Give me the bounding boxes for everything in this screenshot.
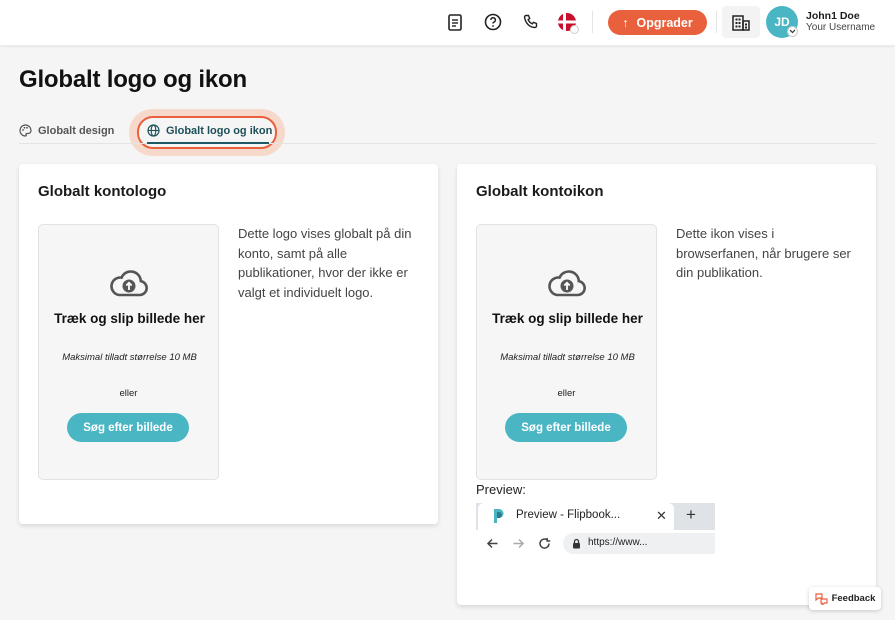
preview-label: Preview:	[476, 482, 526, 497]
dropzone-title: Træk og slip billede her	[492, 311, 643, 326]
building-icon	[732, 14, 750, 31]
tab-global-logo-icon[interactable]: Globalt logo og ikon	[147, 124, 272, 137]
flipbook-logo-icon	[494, 509, 504, 523]
divider	[716, 11, 717, 33]
divider	[592, 11, 593, 33]
tab-global-design[interactable]: Globalt design	[19, 124, 114, 137]
feedback-button[interactable]: Feedback	[809, 587, 881, 610]
browse-image-button[interactable]: Søg efter billede	[505, 413, 627, 442]
upload-cloud-icon	[548, 270, 586, 297]
user-name[interactable]: John1 Doe	[806, 10, 860, 22]
dropzone-title: Træk og slip billede her	[54, 311, 205, 326]
organization-button[interactable]	[722, 6, 760, 38]
icon-dropzone[interactable]: Træk og slip billede her Maksimal tillad…	[476, 224, 657, 480]
url-text: https://www...	[588, 537, 648, 548]
chevron-down-icon	[570, 25, 579, 34]
dropzone-or: eller	[557, 388, 576, 399]
upload-cloud-icon	[110, 270, 148, 297]
reload-icon	[539, 538, 551, 549]
close-icon: ✕	[656, 508, 667, 523]
page-title: Globalt logo og ikon	[19, 66, 247, 93]
user-username: Your Username	[806, 22, 876, 33]
icon-card-title: Globalt kontoikon	[476, 183, 604, 200]
logo-card-description: Dette logo vises globalt på din konto, s…	[238, 226, 412, 300]
document-icon[interactable]	[445, 12, 465, 32]
plus-icon: +	[686, 505, 696, 524]
back-arrow-icon	[486, 538, 498, 549]
browser-tab-title: Preview - Flipbook...	[516, 509, 621, 521]
top-bar: ↑ Opgrader JD John1 Doe Your Username	[0, 0, 895, 45]
arrow-up-icon: ↑	[622, 15, 629, 30]
forward-arrow-icon	[513, 538, 525, 549]
help-icon[interactable]	[483, 12, 503, 32]
browse-image-button[interactable]: Søg efter billede	[67, 413, 189, 442]
lock-icon	[573, 538, 580, 549]
palette-icon	[19, 124, 32, 137]
upgrade-button[interactable]: ↑ Opgrader	[608, 10, 707, 35]
dropzone-max-size: Maksimal tilladt størrelse 10 MB	[62, 352, 197, 363]
globe-icon	[147, 124, 160, 137]
phone-icon[interactable]	[521, 12, 541, 32]
dropzone-or: eller	[119, 388, 138, 399]
tab-active-indicator	[147, 142, 269, 144]
logo-dropzone[interactable]: Træk og slip billede her Maksimal tillad…	[38, 224, 219, 480]
dropzone-max-size: Maksimal tilladt størrelse 10 MB	[500, 352, 635, 363]
logo-card-title: Globalt kontologo	[38, 183, 167, 200]
feedback-icon	[814, 592, 828, 605]
icon-card-description: Dette ikon vises i browserfanen, når bru…	[676, 226, 851, 280]
chevron-down-icon	[787, 26, 798, 37]
